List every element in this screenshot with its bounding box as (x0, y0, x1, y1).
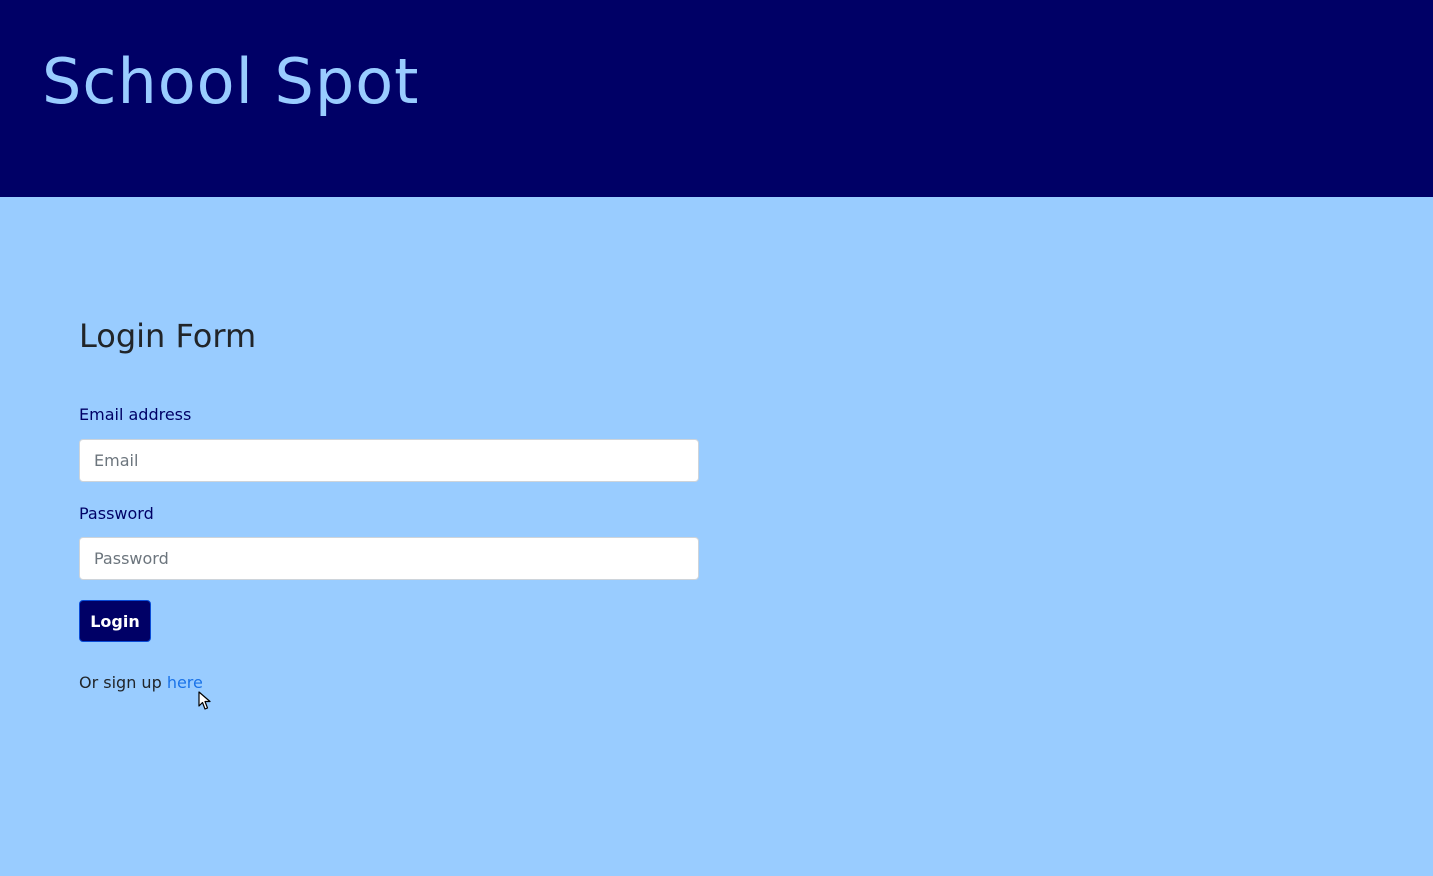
email-label: Email address (79, 405, 192, 424)
mouse-pointer-icon (198, 691, 211, 710)
signup-prefix-text: Or sign up (79, 673, 167, 692)
site-header: School Spot (0, 0, 1433, 197)
signup-prompt: Or sign up here (79, 673, 203, 692)
email-field[interactable] (79, 439, 699, 482)
login-button[interactable]: Login (79, 600, 151, 642)
signup-link[interactable]: here (167, 673, 203, 692)
password-label: Password (79, 504, 154, 523)
brand-logo: School Spot (42, 45, 420, 118)
main-content: Login Form Email address Password Login … (0, 197, 1433, 876)
page-title: Login Form (79, 317, 257, 355)
password-field[interactable] (79, 537, 699, 580)
